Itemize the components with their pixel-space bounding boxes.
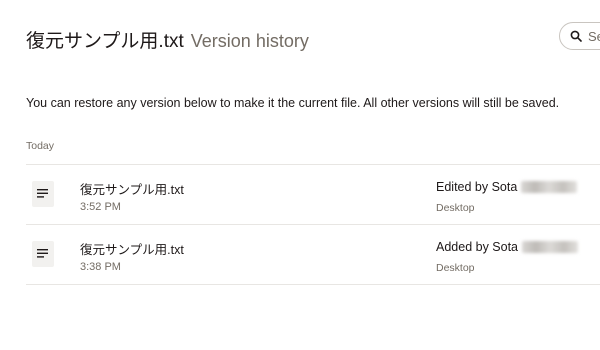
search-input[interactable] <box>588 28 600 44</box>
text-file-icon <box>32 181 54 207</box>
version-action: Added by Sota <box>436 240 579 254</box>
version-action: Edited by Sota <box>436 180 578 194</box>
version-device: Desktop <box>436 202 475 214</box>
version-file-name: 復元サンプル用.txt <box>80 183 184 197</box>
version-file-name: 復元サンプル用.txt <box>80 243 184 257</box>
page-header: 復元サンプル用.txt Version history <box>26 26 309 53</box>
version-action-text: Added by Sota <box>436 240 519 254</box>
restore-info-text: You can restore any version below to mak… <box>26 96 560 110</box>
version-device: Desktop <box>436 262 475 274</box>
search-box[interactable] <box>559 22 600 50</box>
version-row[interactable]: 復元サンプル用.txt 3:52 PM Edited by Sota Deskt… <box>26 164 600 224</box>
version-time: 3:52 PM <box>80 201 121 213</box>
version-time: 3:38 PM <box>80 261 121 273</box>
text-file-icon <box>32 241 54 267</box>
redacted-name <box>522 241 579 253</box>
redacted-name <box>521 181 578 193</box>
page-title: 復元サンプル用.txt <box>26 31 184 52</box>
version-history-page: 復元サンプル用.txt Version history You can rest… <box>0 0 600 350</box>
version-row[interactable]: 復元サンプル用.txt 3:38 PM Added by Sota Deskto… <box>26 224 600 285</box>
version-list: 復元サンプル用.txt 3:52 PM Edited by Sota Deskt… <box>26 164 600 285</box>
section-label-today: Today <box>26 140 55 152</box>
version-action-text: Edited by Sota <box>436 180 518 194</box>
page-subtitle: Version history <box>190 31 309 51</box>
search-icon <box>570 30 582 42</box>
